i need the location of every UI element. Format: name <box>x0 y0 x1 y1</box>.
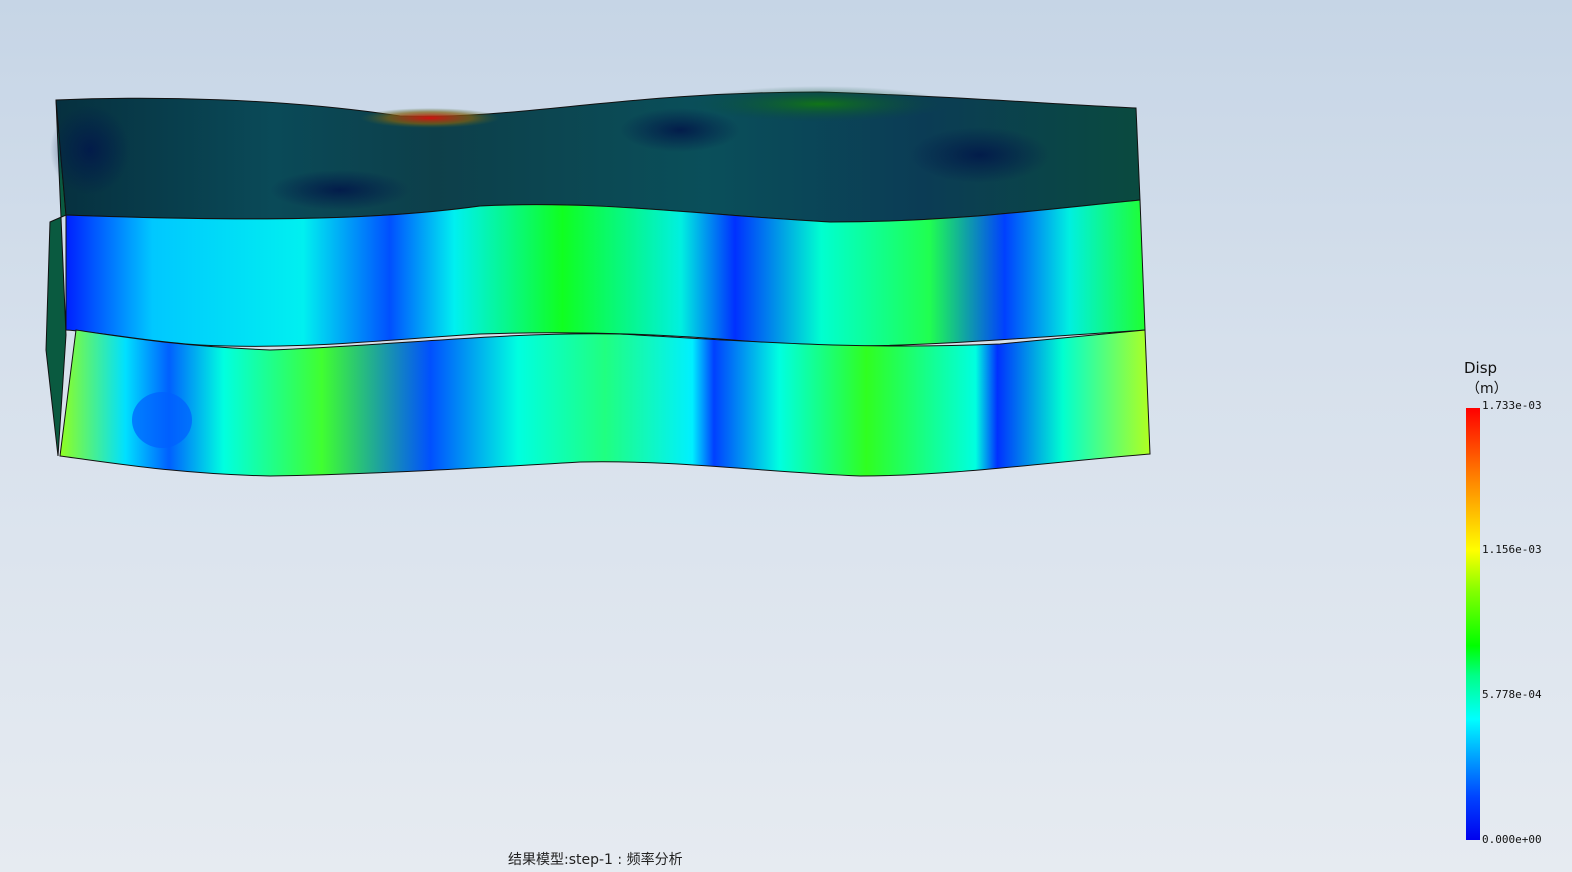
legend-title: Disp <box>1464 359 1498 377</box>
top-green-zone <box>690 86 950 122</box>
top-dark-zone-1 <box>910 127 1050 183</box>
top-dark-zone-3 <box>270 170 410 210</box>
legend-tick-max: 1.733e-03 <box>1482 399 1542 412</box>
top-dark-zone-2 <box>620 108 740 152</box>
bottom-blue-node <box>132 392 192 448</box>
result-caption: 结果模型:step-1 : 频率分析 <box>508 852 683 868</box>
legend-color-bar <box>1466 408 1480 840</box>
graphics-viewport[interactable]: Disp （m） 1.733e-03 1.156e-03 5.778e-04 0… <box>0 0 1572 872</box>
legend-tick-2: 1.156e-03 <box>1482 543 1542 556</box>
legend-unit: （m） <box>1466 381 1508 397</box>
legend-tick-min: 0.000e+00 <box>1482 833 1542 846</box>
top-hotspot <box>360 108 500 128</box>
middle-face <box>65 199 1146 347</box>
top-dark-zone-4 <box>50 105 130 195</box>
legend-tick-3: 5.778e-04 <box>1482 688 1542 701</box>
deformed-model[interactable] <box>0 0 1572 872</box>
bottom-face <box>59 329 1151 477</box>
